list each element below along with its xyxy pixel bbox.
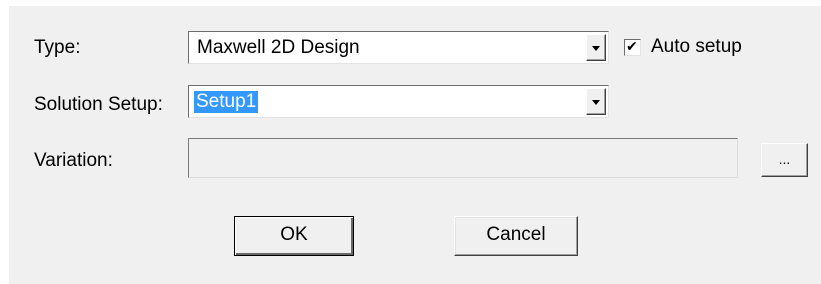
chevron-down-icon [592, 100, 600, 105]
solution-setup-label: Solution Setup: [34, 94, 163, 115]
dialog: Type: Maxwell 2D Design ✔ Auto setup Sol… [9, 6, 821, 284]
type-value: Maxwell 2D Design [197, 37, 360, 58]
chevron-down-icon [592, 46, 600, 51]
cancel-button[interactable]: Cancel [454, 216, 578, 256]
type-dropdown-button[interactable] [586, 34, 606, 61]
type-combobox[interactable]: Maxwell 2D Design [188, 31, 609, 64]
auto-setup-label[interactable]: Auto setup [651, 36, 742, 58]
checkmark-icon: ✔ [626, 39, 638, 55]
solution-setup-dropdown-button[interactable] [586, 88, 606, 115]
ok-button[interactable]: OK [234, 216, 354, 256]
variation-label: Variation: [34, 150, 113, 171]
variation-field [188, 138, 738, 178]
solution-setup-value[interactable]: Setup1 [194, 91, 259, 113]
solution-setup-combobox[interactable]: Setup1 [188, 85, 609, 118]
auto-setup-checkbox[interactable]: ✔ [624, 39, 641, 56]
variation-browse-button[interactable]: ... [761, 143, 808, 177]
type-label: Type: [34, 37, 81, 58]
